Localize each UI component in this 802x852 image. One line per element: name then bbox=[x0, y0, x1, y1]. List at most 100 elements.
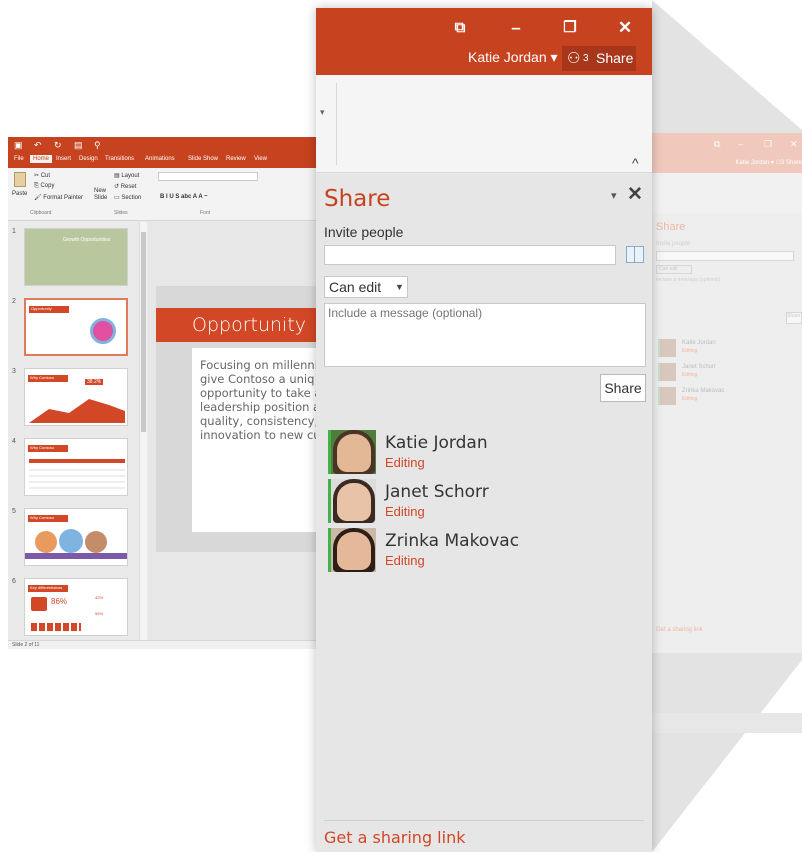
paste-icon[interactable] bbox=[14, 172, 26, 187]
slide-thumbnail-4[interactable]: Why Contoso bbox=[24, 438, 128, 496]
shared-person[interactable]: Zrinka Makovac Editing bbox=[328, 528, 628, 572]
maximize-icon: ❐ bbox=[764, 139, 773, 149]
invite-people-label: Invite people bbox=[324, 224, 404, 240]
ppt-tabs: File Home Insert Design Transitions Anim… bbox=[8, 154, 318, 168]
thumbnail-scrollbar[interactable] bbox=[139, 222, 147, 640]
slide-title[interactable]: Opportunity bbox=[192, 314, 306, 336]
font-name-select[interactable] bbox=[158, 172, 258, 181]
ribbon-divider bbox=[336, 83, 337, 165]
share-count: 3 bbox=[583, 53, 589, 64]
slide-thumbnail-2[interactable]: Opportunity bbox=[24, 298, 128, 356]
section-button[interactable]: ▭ Section bbox=[114, 194, 141, 201]
share-button-label: Share bbox=[596, 50, 634, 66]
reset-button[interactable]: ↺ Reset bbox=[114, 183, 136, 190]
tab-slide-show[interactable]: Slide Show bbox=[188, 156, 218, 162]
person-status: Editing bbox=[385, 455, 425, 470]
background-statusbar bbox=[652, 713, 802, 733]
stage: ⧉ – ❐ ✕ Katie Jordan ▾ ⚇3 Share Share In… bbox=[0, 0, 802, 852]
slide-body-box[interactable]: Focusing on millenni give Contoso a uniq… bbox=[192, 348, 318, 532]
address-book-icon[interactable] bbox=[626, 246, 644, 263]
tab-animations[interactable]: Animations bbox=[145, 156, 175, 162]
avatar bbox=[658, 387, 676, 405]
tab-view[interactable]: View bbox=[254, 156, 267, 162]
save-icon[interactable]: ▣ bbox=[14, 140, 23, 151]
thumb-title: Why Contoso bbox=[28, 515, 68, 522]
restore-icon[interactable]: ⧉ bbox=[448, 16, 472, 40]
chevron-down-icon: ▼ bbox=[395, 282, 404, 292]
thumb-number: 4 bbox=[12, 438, 16, 445]
clipboard-group-label: Clipboard bbox=[30, 210, 52, 216]
background-share-button: Share bbox=[786, 312, 802, 324]
redo-icon[interactable]: ↻ bbox=[54, 140, 62, 151]
message-input[interactable] bbox=[324, 303, 646, 367]
tab-review[interactable]: Review bbox=[226, 156, 246, 162]
background-person-name: Katie Jordan bbox=[682, 340, 716, 346]
restore-icon: ⧉ bbox=[714, 139, 721, 149]
tab-transitions[interactable]: Transitions bbox=[105, 156, 134, 162]
current-slide[interactable]: Opportunity Focusing on millenni give Co… bbox=[156, 286, 318, 552]
thumb-title: Opportunity bbox=[29, 306, 69, 313]
slide-count: Slide 2 of 11 bbox=[12, 642, 40, 648]
pane-options-icon[interactable]: ▾ bbox=[611, 189, 617, 202]
maximize-icon[interactable]: ❐ bbox=[558, 16, 582, 40]
undo-icon[interactable]: ↶ bbox=[34, 140, 42, 151]
copy-button[interactable]: ⎘ Copy bbox=[34, 183, 54, 190]
get-sharing-link[interactable]: Get a sharing link bbox=[324, 828, 465, 847]
tab-design[interactable]: Design bbox=[79, 156, 98, 162]
format-painter-button[interactable]: 🖌 Format Painter bbox=[34, 194, 83, 201]
thumb-number: 2 bbox=[12, 298, 16, 305]
slide-thumbnail-3[interactable]: Why Contoso 38.2% bbox=[24, 368, 128, 426]
share-button[interactable]: Share bbox=[600, 374, 646, 402]
customize-icon[interactable]: ⚲ bbox=[94, 140, 101, 151]
background-user: Katie Jordan ▾ ⚇3 Share bbox=[735, 160, 802, 166]
ppt-titlebar: ▣ ↶ ↻ ▤ ⚲ bbox=[8, 137, 318, 154]
font-format-buttons[interactable]: B I U S abc A A ~ bbox=[160, 194, 208, 200]
window-titlebar: ⧉ – ❐ ✕ Katie Jordan ▾ ⚇ 3 Share bbox=[316, 8, 652, 75]
avatar bbox=[658, 363, 676, 381]
background-person-status: Editing bbox=[682, 396, 698, 402]
shared-person[interactable]: Janet Schorr Editing bbox=[328, 479, 628, 523]
share-window: ⧉ – ❐ ✕ Katie Jordan ▾ ⚇ 3 Share ▾ ^ Sha… bbox=[316, 8, 652, 852]
layout-button[interactable]: ▤ Layout bbox=[114, 172, 139, 179]
close-icon: ✕ bbox=[790, 139, 798, 149]
background-person: Zrinka Makovac Editing bbox=[658, 387, 798, 407]
permission-select[interactable]: Can edit ▼ bbox=[324, 276, 408, 298]
paste-button[interactable]: Paste bbox=[12, 191, 27, 197]
background-pane-title: Share bbox=[656, 221, 686, 233]
titlebar-share-button[interactable]: ⚇ 3 Share bbox=[562, 46, 636, 71]
cut-button[interactable]: ✂ Cut bbox=[34, 172, 50, 179]
slide-thumbnail-5[interactable]: Why Contoso bbox=[24, 508, 128, 566]
ribbon-area: ▾ ^ bbox=[316, 75, 652, 173]
shared-person[interactable]: Katie Jordan Editing bbox=[328, 430, 628, 474]
close-icon[interactable]: ✕ bbox=[613, 16, 637, 40]
person-status: Editing bbox=[385, 553, 425, 568]
slide-thumbnail-1[interactable]: Growth Opportunities bbox=[24, 228, 128, 286]
thumb-area-chart bbox=[29, 399, 125, 423]
slide-thumbnail-6[interactable]: Key differentiators 86% 42% 55% bbox=[24, 578, 128, 636]
avatar bbox=[328, 528, 376, 572]
tab-home[interactable]: Home bbox=[30, 155, 53, 163]
pane-close-icon[interactable]: ✕ bbox=[627, 183, 643, 206]
thumb-title: Growth Opportunities bbox=[63, 237, 111, 243]
thumb-number: 1 bbox=[12, 228, 16, 235]
tab-file[interactable]: File bbox=[14, 156, 24, 162]
avatar bbox=[328, 479, 376, 523]
background-message: Include a message (optional) bbox=[656, 277, 721, 283]
share-pane: Share ▾ ✕ Invite people Can edit ▼ Share… bbox=[316, 174, 652, 852]
invite-people-input[interactable] bbox=[324, 245, 616, 265]
background-titlebar: ⧉ – ❐ ✕ Katie Jordan ▾ ⚇3 Share bbox=[652, 133, 802, 173]
slide-canvas: Opportunity Focusing on millenni give Co… bbox=[148, 222, 318, 640]
minimize-icon: – bbox=[738, 139, 744, 149]
slide-thumbnails: 1 Growth Opportunities 2 Opportunity 3 W… bbox=[8, 222, 144, 640]
account-name-button[interactable]: Katie Jordan ▾ bbox=[468, 49, 558, 66]
avatar bbox=[328, 430, 376, 474]
tab-insert[interactable]: Insert bbox=[56, 156, 71, 162]
background-permission: Can edit bbox=[656, 265, 692, 274]
chevron-down-icon[interactable]: ▾ bbox=[320, 107, 325, 118]
present-icon[interactable]: ▤ bbox=[74, 140, 83, 151]
collapse-ribbon-icon[interactable]: ^ bbox=[632, 155, 639, 171]
background-person-status: Editing bbox=[682, 372, 698, 378]
minimize-icon[interactable]: – bbox=[504, 16, 528, 40]
slide-body-text[interactable]: Focusing on millenni give Contoso a uniq… bbox=[200, 358, 318, 442]
new-slide-button[interactable]: New Slide bbox=[94, 188, 107, 202]
